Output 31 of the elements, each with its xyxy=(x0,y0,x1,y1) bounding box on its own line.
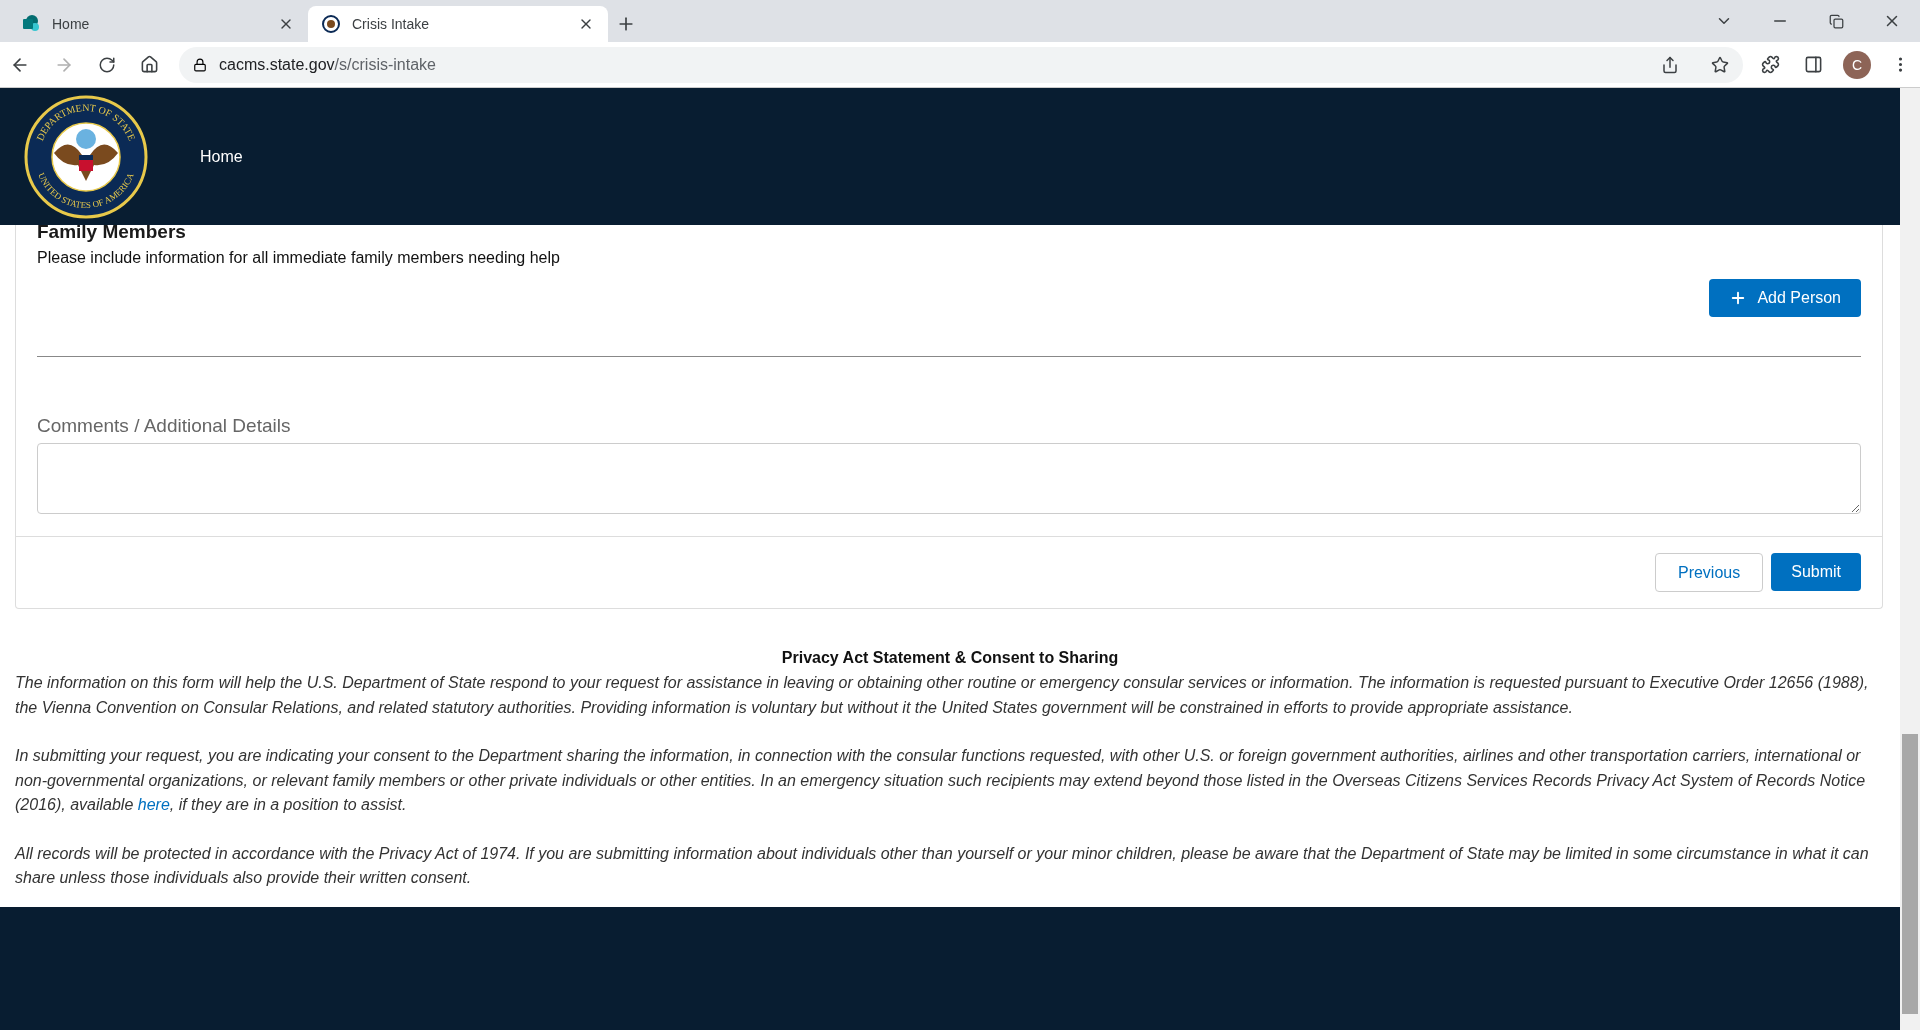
privacy-title: Privacy Act Statement & Consent to Sharing xyxy=(780,649,1120,667)
star-icon[interactable] xyxy=(1711,55,1729,74)
previous-button[interactable]: Previous xyxy=(1654,553,1764,592)
browser-tab[interactable]: Crisis Intake xyxy=(308,6,608,42)
privacy-paragraph: The information on this form will help the U.S. Department of State respond to your request for assistance in leaving or obtaining other routine or emergency consular services or information. The information is requested pursuant to Executive Order 12656 (1988), the Vienna Convention on Consular Relations, and related statutory authorities. Providing information is voluntary but without it the United States government will be constrained in efforts to provide appropriate assistance. xyxy=(15,673,1870,718)
tab-title: Crisis Intake xyxy=(352,16,431,32)
tab-title: Home xyxy=(52,16,91,32)
address-bar[interactable]: cacms.state.gov/s/crisis-intake xyxy=(179,46,1743,83)
profile-avatar[interactable]: C xyxy=(1843,50,1871,79)
field-label: Comments / Additional Details xyxy=(37,415,292,437)
url-text: cacms.state.gov/s/crisis-intake xyxy=(219,55,436,74)
privacy-link[interactable]: here xyxy=(137,796,170,813)
puzzle-icon[interactable] xyxy=(1761,55,1780,74)
comments-field[interactable] xyxy=(37,443,1861,514)
nav-link[interactable]: Home xyxy=(200,147,243,166)
home-icon[interactable] xyxy=(140,55,159,74)
sharepoint-icon xyxy=(22,15,40,33)
submit-button[interactable]: Submit xyxy=(1771,553,1861,591)
reload-icon[interactable] xyxy=(98,55,116,74)
privacy-paragraph: In submitting your request, you are indicating your consent to the Department sharing the information, in connection with the consular functions requested, with other U.S. or foreign government authorities, airlines and other transportation carriers, international or non-governmental organizations, or relevant family members or other private individuals or other entities. In an emergency situation such recipients may extend beyond those listed in the Overseas Citizens Services Records Privacy Act System of Records Notice (2016), available here, if they are in a position to assist. xyxy=(15,746,1867,815)
scrollbar-thumb[interactable] xyxy=(1902,734,1918,1014)
lock-icon xyxy=(193,57,207,72)
scrollbar[interactable] xyxy=(1900,88,1920,1030)
seal-icon xyxy=(322,15,340,33)
add-person-button[interactable]: Add Person xyxy=(1709,279,1861,317)
privacy-paragraph: All records will be protected in accordance with the Privacy Act of 1974. If you are submitting information about individuals other than yourself or your minor children, please be aware that the Department of State may be limited in some circumstance in what it can share unless those individuals also provide their written consent. xyxy=(15,843,1870,888)
section-hint: Please include information for all immediate family members needing help xyxy=(37,249,561,267)
side-panel-icon[interactable] xyxy=(1804,55,1823,74)
share-icon[interactable] xyxy=(1661,55,1679,74)
browser-tab[interactable]: Home xyxy=(8,6,308,42)
section-title: Family Members xyxy=(37,221,187,243)
